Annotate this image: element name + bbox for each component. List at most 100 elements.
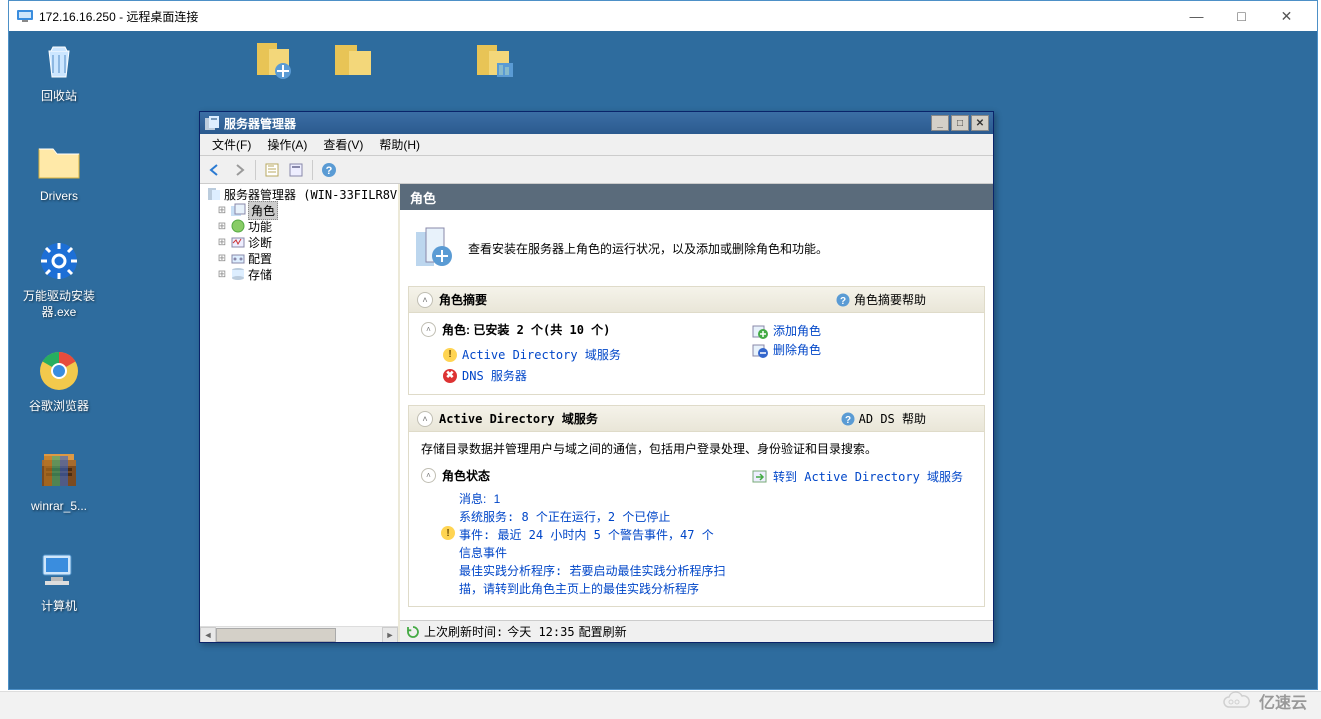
role-summary-title: 角色摘要 [439, 291, 836, 308]
rdp-minimize-button[interactable]: — [1174, 2, 1219, 30]
tree-config[interactable]: ⊞ 配置 [202, 250, 396, 266]
warning-icon: ! [441, 526, 455, 540]
status-config-link[interactable]: 配置刷新 [579, 623, 627, 640]
recycle-bin-icon [35, 37, 83, 85]
content-panel: 角色 查看安装在服务器上角色的运行状况，以及添加或删除角色和功能。 ˄ 角色摘要 [400, 184, 993, 642]
cloud-icon [1221, 691, 1253, 711]
toolbar-forward-button[interactable] [228, 159, 250, 181]
server-manager-toolbar: ? [200, 156, 993, 184]
toolbar-help-button[interactable]: ? [318, 159, 340, 181]
toolbar-back-button[interactable] [204, 159, 226, 181]
server-manager-title: 服务器管理器 [224, 115, 929, 132]
server-manager-menubar: 文件(F) 操作(A) 查看(V) 帮助(H) [200, 134, 993, 156]
menu-help[interactable]: 帮助(H) [371, 134, 428, 155]
watermark: 亿速云 [1221, 689, 1307, 713]
chevron-up-icon[interactable]: ˄ [421, 322, 436, 337]
roles-icon [230, 202, 246, 218]
sm-minimize-button[interactable]: _ [931, 115, 949, 131]
remote-desktop[interactable]: 回收站 Drivers 万能驱动安装器.exe 谷歌浏览器 winrar_5.. [9, 31, 1317, 689]
tree-roles[interactable]: ⊞ 角色 [202, 202, 396, 218]
desktop-icon-chrome[interactable]: 谷歌浏览器 [21, 347, 97, 415]
winrar-icon [35, 447, 83, 495]
scroll-right-arrow[interactable]: ► [382, 627, 398, 643]
gear-icon [35, 237, 83, 285]
folder-icon [35, 137, 83, 185]
roles-big-icon [412, 226, 456, 270]
computer-icon [35, 547, 83, 595]
role-summary-help-link[interactable]: ? 角色摘要帮助 [836, 291, 926, 308]
rdp-titlebar[interactable]: 172.16.16.250 - 远程桌面连接 — □ ✕ [9, 1, 1317, 31]
help-icon: ? [836, 293, 850, 307]
scroll-left-arrow[interactable]: ◄ [200, 627, 216, 643]
taskbar-icon-2[interactable] [329, 35, 377, 83]
role-item-adds[interactable]: ! Active Directory 域服务 [421, 344, 752, 365]
menu-view[interactable]: 查看(V) [315, 134, 371, 155]
scroll-thumb[interactable] [216, 628, 336, 642]
remove-icon [752, 342, 768, 358]
role-item-dns[interactable]: ✖ DNS 服务器 [421, 365, 752, 386]
chevron-up-icon[interactable]: ˄ [417, 292, 433, 308]
sm-close-button[interactable]: ✕ [971, 115, 989, 131]
desktop-icon-computer[interactable]: 计算机 [21, 547, 97, 615]
tree-diagnostics[interactable]: ⊞ 诊断 [202, 234, 396, 250]
intro-text: 查看安装在服务器上角色的运行状况，以及添加或删除角色和功能。 [468, 240, 828, 257]
expand-icon[interactable]: ⊞ [216, 253, 228, 264]
tree-horizontal-scrollbar[interactable]: ◄ ► [200, 626, 398, 642]
taskbar-icon-1[interactable] [249, 35, 297, 83]
svg-text:?: ? [845, 415, 851, 426]
roles-count-label: 角色: 已安装 2 个(共 10 个) [442, 321, 610, 338]
rdp-close-button[interactable]: ✕ [1264, 2, 1309, 30]
content-scroll[interactable]: 查看安装在服务器上角色的运行状况，以及添加或删除角色和功能。 ˄ 角色摘要 ? … [400, 210, 993, 620]
menu-file[interactable]: 文件(F) [204, 134, 259, 155]
role-status-title: 角色状态 [442, 467, 490, 484]
status-prefix: 上次刷新时间: [424, 623, 503, 640]
refresh-icon [406, 625, 420, 639]
status-bpa[interactable]: 最佳实践分析程序: 若要启动最佳实践分析程序扫描，请转到此角色主页上的最佳实践分… [459, 562, 752, 598]
rdp-title: 172.16.16.250 - 远程桌面连接 [39, 8, 1174, 25]
rdp-icon [17, 10, 33, 22]
adds-description: 存储目录数据并管理用户与域之间的通信，包括用户登录处理、身份验证和目录搜索。 [421, 440, 972, 457]
tree-panel[interactable]: 服务器管理器 (WIN-33FILR8VU1 ⊞ 角色 ⊞ 功能 ⊞ [200, 184, 400, 642]
expand-icon[interactable]: ⊞ [216, 269, 228, 280]
tree-features[interactable]: ⊞ 功能 [202, 218, 396, 234]
desktop-icon-driver-tool[interactable]: 万能驱动安装器.exe [21, 237, 97, 320]
add-icon [752, 323, 768, 339]
rdp-maximize-button[interactable]: □ [1219, 2, 1264, 30]
toolbar-refresh-button[interactable] [261, 159, 283, 181]
status-events[interactable]: ! 事件: 最近 24 小时内 5 个警告事件，47 个信息事件 [441, 526, 752, 562]
chevron-up-icon[interactable]: ˄ [421, 468, 436, 483]
remove-role-link[interactable]: 删除角色 [752, 340, 972, 359]
help-icon: ? [841, 412, 855, 426]
toolbar-properties-button[interactable] [285, 159, 307, 181]
status-messages[interactable]: 消息: 1 [459, 490, 752, 508]
host-taskbar [0, 691, 1321, 719]
tree-root[interactable]: 服务器管理器 (WIN-33FILR8VU1 [202, 186, 396, 202]
status-time: 今天 12:35 [507, 623, 574, 640]
desktop-icon-drivers[interactable]: Drivers [21, 137, 97, 205]
menu-action[interactable]: 操作(A) [259, 134, 315, 155]
status-bar: 上次刷新时间: 今天 12:35 配置刷新 [400, 620, 993, 642]
svg-text:?: ? [840, 296, 846, 307]
goto-adds-link[interactable]: 转到 Active Directory 域服务 [752, 467, 972, 486]
chevron-up-icon[interactable]: ˄ [417, 411, 433, 427]
sm-maximize-button[interactable]: □ [951, 115, 969, 131]
chrome-icon [35, 347, 83, 395]
desktop-icon-recycle-bin[interactable]: 回收站 [21, 37, 97, 105]
expand-icon[interactable]: ⊞ [216, 237, 228, 248]
server-manager-titlebar[interactable]: 服务器管理器 _ □ ✕ [200, 112, 993, 134]
intro-row: 查看安装在服务器上角色的运行状况，以及添加或删除角色和功能。 [408, 218, 985, 286]
expand-icon[interactable]: ⊞ [216, 221, 228, 232]
desktop-icon-winrar[interactable]: winrar_5... [21, 447, 97, 515]
adds-help-link[interactable]: ? AD DS 帮助 [841, 410, 926, 427]
adds-title: Active Directory 域服务 [439, 410, 841, 427]
config-icon [230, 250, 246, 266]
status-services[interactable]: 系统服务: 8 个正在运行，2 个已停止 [459, 508, 752, 526]
goto-icon [752, 469, 768, 485]
features-icon [230, 218, 246, 234]
tree-storage[interactable]: ⊞ 存储 [202, 266, 396, 282]
expand-icon[interactable]: ⊞ [216, 205, 228, 216]
taskbar-icon-3[interactable] [469, 35, 517, 83]
server-manager-icon [204, 115, 220, 131]
add-role-link[interactable]: 添加角色 [752, 321, 972, 340]
storage-icon [230, 266, 246, 282]
